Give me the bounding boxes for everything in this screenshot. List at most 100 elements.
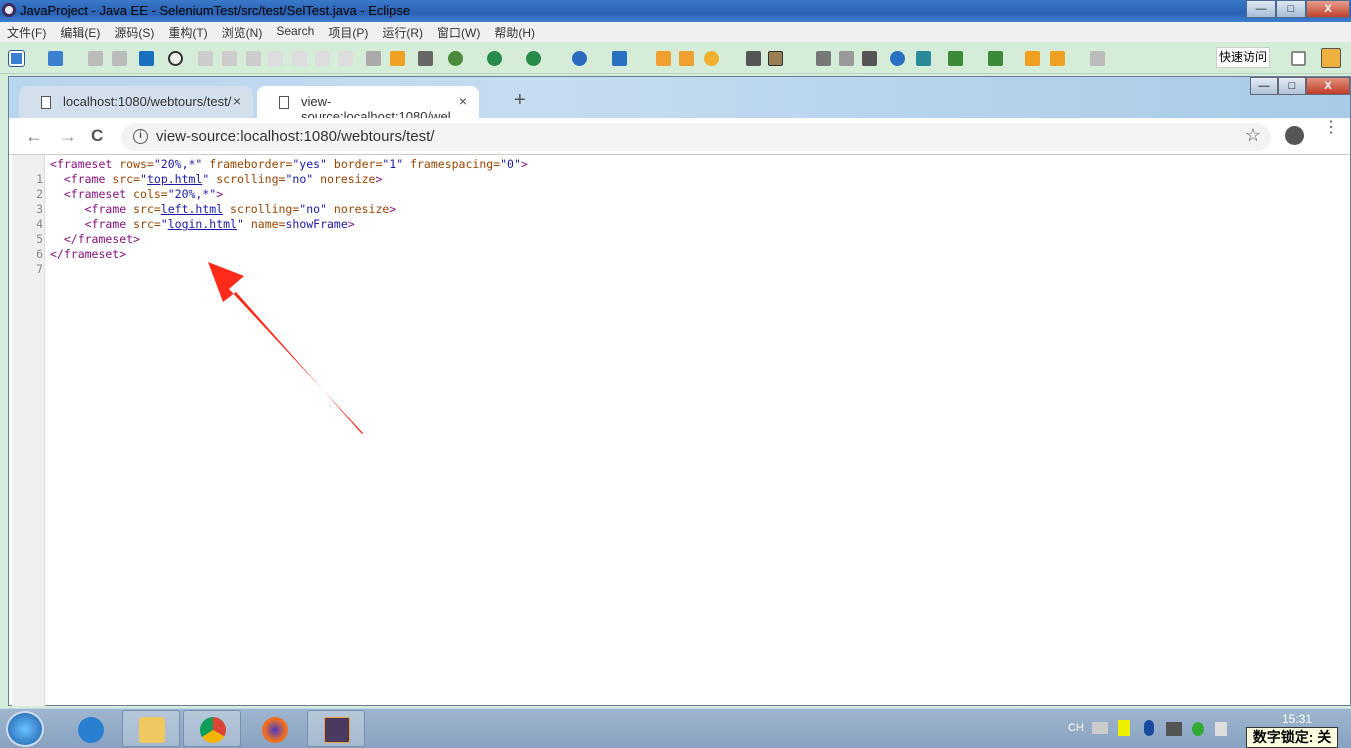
- taskbar-file-explorer[interactable]: [122, 710, 180, 747]
- tab-close-icon[interactable]: ×: [459, 93, 467, 109]
- web-browser-icon[interactable]: [572, 51, 587, 66]
- browser-maximize-button[interactable]: □: [1278, 77, 1306, 95]
- skip-breakpoints-icon[interactable]: [168, 51, 183, 66]
- display-icon[interactable]: [1166, 722, 1182, 736]
- new-package-icon[interactable]: [48, 51, 63, 66]
- run-server-icon[interactable]: [526, 51, 541, 66]
- last-edit-icon[interactable]: [1025, 51, 1040, 66]
- open-resource-icon[interactable]: [679, 51, 694, 66]
- bluetooth-icon[interactable]: [1144, 720, 1154, 736]
- taskbar-eclipse[interactable]: [307, 710, 365, 747]
- debug-icon[interactable]: [448, 51, 463, 66]
- save-all-icon[interactable]: [112, 51, 127, 66]
- block-selection-icon[interactable]: [839, 51, 854, 66]
- next-annotation-icon[interactable]: [948, 51, 963, 66]
- link-top-html[interactable]: top.html: [147, 172, 202, 186]
- open-type-icon[interactable]: [656, 51, 671, 66]
- line-number-gutter: 1234567: [12, 155, 45, 706]
- folder-icon: [139, 717, 165, 743]
- line-number: 4: [36, 217, 43, 231]
- back-icon[interactable]: [1050, 51, 1065, 66]
- new-icon[interactable]: [9, 51, 24, 66]
- value: "no": [299, 202, 327, 216]
- browser-close-button[interactable]: X: [1306, 77, 1350, 95]
- pilcrow-icon[interactable]: [862, 51, 877, 66]
- keyboard-icon[interactable]: [1092, 722, 1108, 734]
- step-over-icon[interactable]: [315, 51, 330, 66]
- menu-edit[interactable]: 编辑(E): [53, 22, 107, 42]
- back-button[interactable]: ←: [25, 126, 43, 147]
- spring-icon[interactable]: [612, 51, 627, 66]
- start-button[interactable]: [6, 711, 44, 747]
- resume-icon[interactable]: [198, 51, 213, 66]
- tab-localhost[interactable]: localhost:1080/webtours/test/ ×: [19, 86, 253, 118]
- disconnect-icon[interactable]: [268, 51, 283, 66]
- tab-close-icon[interactable]: ×: [233, 93, 241, 109]
- volume-icon[interactable]: [1215, 722, 1227, 736]
- save-icon[interactable]: [88, 51, 103, 66]
- reload-button[interactable]: C: [91, 126, 103, 146]
- taskbar-internet-explorer[interactable]: [61, 710, 119, 747]
- search-icon[interactable]: [704, 51, 719, 66]
- browser-minimize-button[interactable]: —: [1250, 77, 1278, 95]
- use-step-filters-icon[interactable]: [390, 51, 405, 66]
- minimize-button[interactable]: —: [1246, 0, 1276, 18]
- network-warning-icon[interactable]: [1118, 720, 1130, 736]
- line-number: 1: [36, 172, 43, 186]
- toggle-breadcrumb-icon[interactable]: [746, 51, 761, 66]
- clock[interactable]: 15:31: [1282, 712, 1312, 726]
- globe-icon[interactable]: [890, 51, 905, 66]
- tag: <frame: [84, 217, 134, 231]
- new-tab-button[interactable]: +: [514, 89, 526, 112]
- forward-icon[interactable]: [1090, 51, 1105, 66]
- quick-access-field[interactable]: 快速访问: [1216, 47, 1270, 68]
- menu-help[interactable]: 帮助(H): [487, 22, 542, 42]
- link-login-html[interactable]: login.html: [168, 217, 237, 231]
- url-input[interactable]: view-source:localhost:1080/webtours/test…: [156, 128, 434, 145]
- menu-source[interactable]: 源码(S): [107, 22, 161, 42]
- network-icon[interactable]: [1192, 722, 1204, 736]
- attr: frameborder=: [202, 157, 293, 171]
- menu-search[interactable]: Search: [269, 22, 321, 42]
- link-left-html[interactable]: left.html: [161, 202, 223, 216]
- word-wrap-icon[interactable]: [816, 51, 831, 66]
- maximize-button[interactable]: □: [1276, 0, 1306, 18]
- mark-occurrences-icon[interactable]: [768, 51, 783, 66]
- drop-frame-icon[interactable]: [366, 51, 381, 66]
- taskbar-chrome[interactable]: [183, 710, 241, 747]
- eclipse-logo-icon: [2, 3, 16, 17]
- taskbar-firefox[interactable]: [245, 710, 303, 747]
- run-icon[interactable]: [487, 51, 502, 66]
- close-button[interactable]: X: [1306, 0, 1350, 18]
- menu-run[interactable]: 运行(R): [375, 22, 430, 42]
- omnibox[interactable]: i view-source:localhost:1080/webtours/te…: [121, 123, 1271, 151]
- terminal-icon[interactable]: [139, 51, 154, 66]
- menu-window[interactable]: 窗口(W): [430, 22, 487, 42]
- menu-refactor[interactable]: 重构(T): [161, 22, 214, 42]
- attr: src=: [133, 202, 161, 216]
- java-ee-perspective-icon[interactable]: [1321, 48, 1341, 68]
- account-icon[interactable]: [1285, 126, 1304, 145]
- step-return-icon[interactable]: [338, 51, 353, 66]
- menu-file[interactable]: 文件(F): [0, 22, 53, 42]
- bookmark-star-icon[interactable]: ☆: [1245, 125, 1261, 146]
- tab-view-source[interactable]: view-source:localhost:1080/wel ×: [257, 86, 479, 124]
- suspend-icon[interactable]: [222, 51, 237, 66]
- forward-button[interactable]: →: [59, 126, 77, 147]
- attr: framespacing=: [403, 157, 501, 171]
- previous-annotation-icon[interactable]: [988, 51, 1003, 66]
- chrome-menu-icon[interactable]: ⋮: [1323, 120, 1339, 136]
- terminate-icon[interactable]: [246, 51, 261, 66]
- show-whitespace-icon[interactable]: [418, 51, 433, 66]
- step-into-icon[interactable]: [292, 51, 307, 66]
- menu-navigate[interactable]: 浏览(N): [215, 22, 270, 42]
- toolbar: 快速访问: [0, 42, 1351, 74]
- tag: <frameset: [63, 187, 134, 201]
- ime-indicator[interactable]: CH: [1068, 722, 1084, 734]
- info-icon[interactable]: i: [133, 129, 148, 144]
- menu-project[interactable]: 项目(P): [321, 22, 375, 42]
- ant-icon[interactable]: [916, 51, 931, 66]
- open-perspective-icon[interactable]: [1291, 51, 1306, 66]
- value: "no": [285, 172, 314, 186]
